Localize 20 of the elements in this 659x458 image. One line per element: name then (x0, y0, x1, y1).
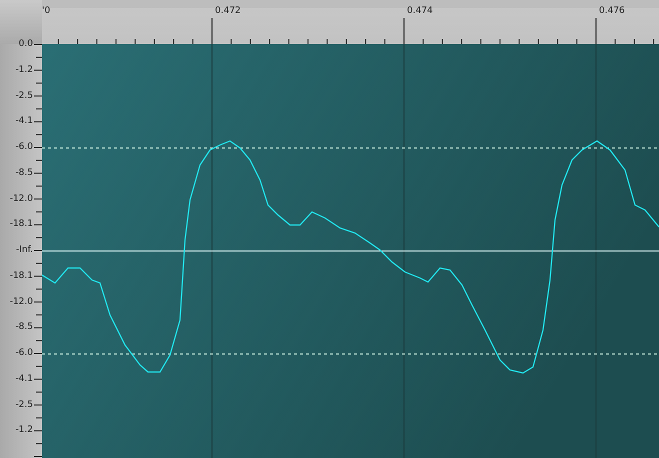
level-label: -18.1 (10, 270, 33, 282)
level-label: -Inf. (16, 244, 33, 256)
level-label: -12.0 (10, 296, 33, 308)
level-label: 0.0 (18, 38, 33, 50)
level-label: -8.5 (15, 166, 33, 179)
level-label: -2.5 (15, 90, 33, 102)
level-label: -6.0 (15, 141, 33, 153)
level-label: -4.1 (15, 372, 33, 385)
level-label: -1.2 (15, 64, 33, 76)
time-label: 0.476 (599, 6, 625, 16)
level-label: -6.0 (15, 347, 33, 359)
time-label: '0 (42, 6, 50, 16)
level-label: -18.1 (10, 218, 33, 230)
time-label: 0.474 (407, 6, 433, 16)
level-label: -2.5 (15, 398, 33, 410)
level-label: -1.2 (15, 424, 33, 436)
level-label: -12.0 (10, 192, 33, 204)
time-label: 0.472 (215, 6, 241, 16)
level-label: -4.1 (15, 115, 33, 128)
level-label: -8.5 (15, 321, 33, 334)
